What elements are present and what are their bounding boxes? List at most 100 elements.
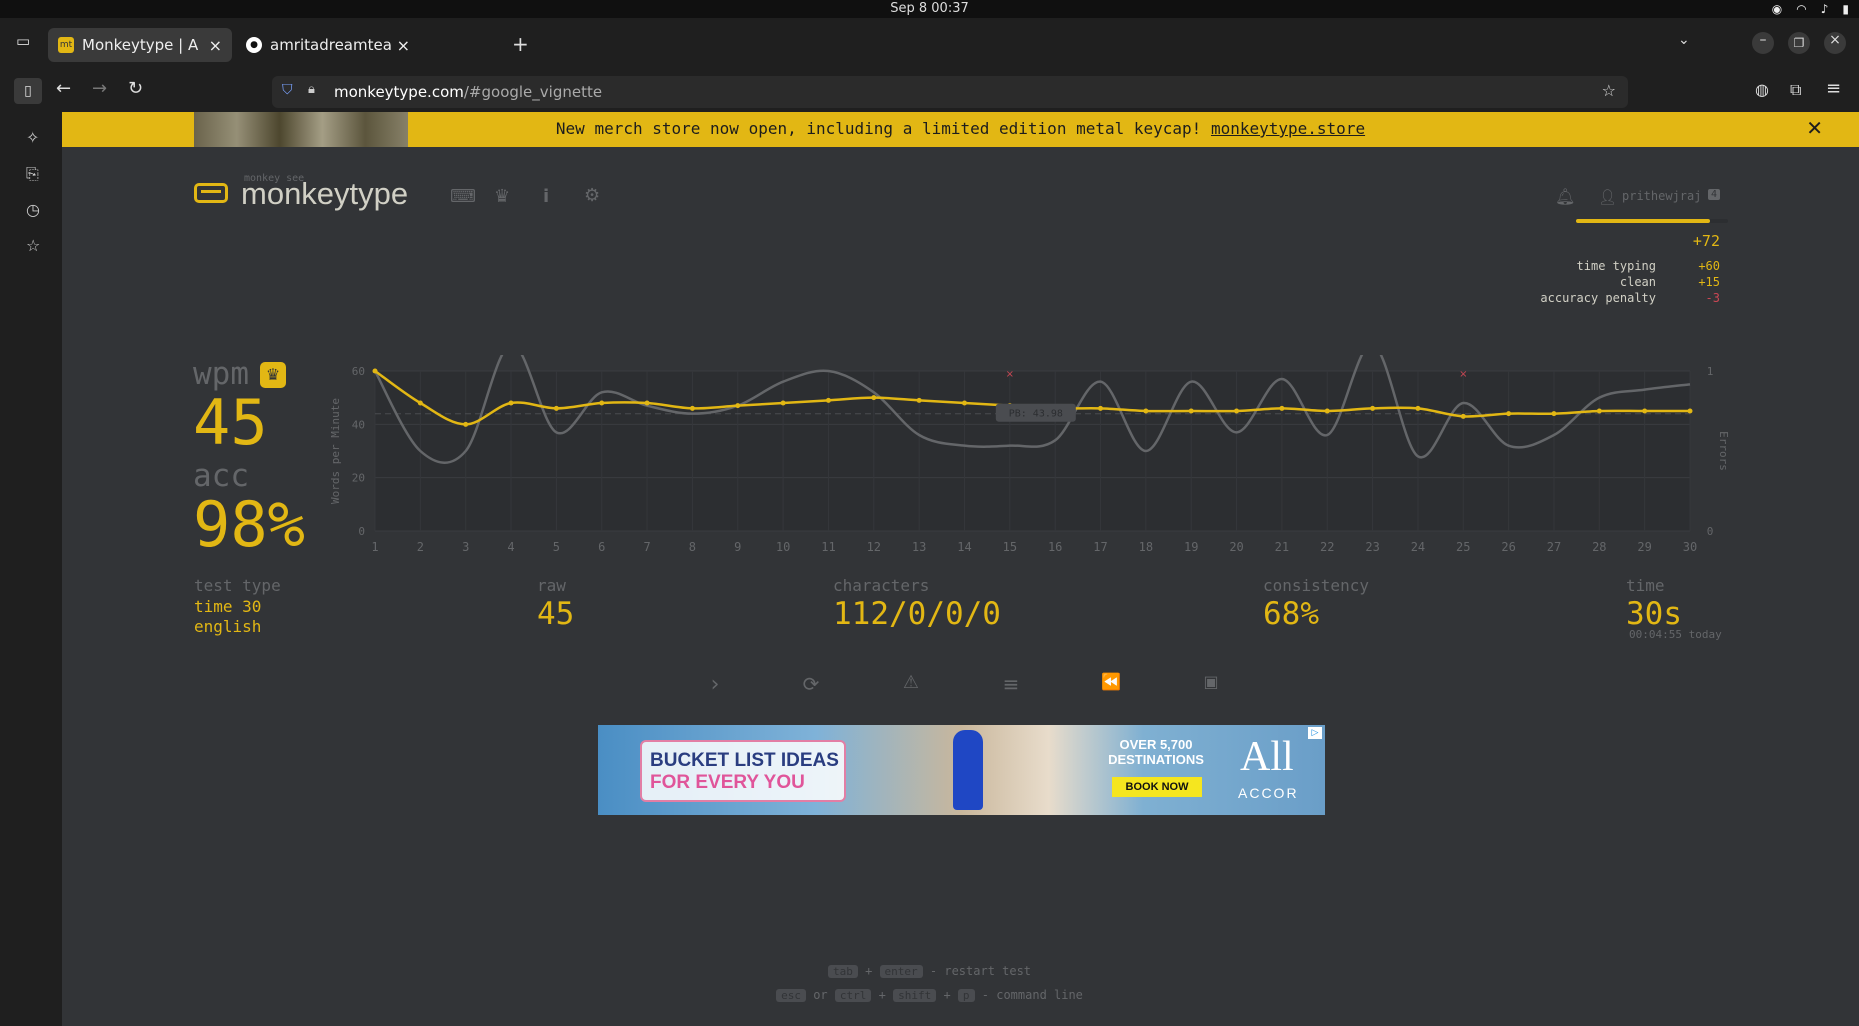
battery-icon[interactable]: ▮ (1842, 2, 1849, 16)
wpm-point (780, 400, 786, 406)
wpm-point (1596, 408, 1602, 414)
history-icon[interactable]: ◷ (26, 200, 40, 219)
x-tick-label: 19 (1184, 540, 1198, 554)
time-label: time (1626, 576, 1665, 595)
time-value[interactable]: 30s (1626, 596, 1682, 632)
tab-github[interactable]: ● amritadreamteam/genesi × (236, 28, 420, 62)
raw-value[interactable]: 45 (537, 596, 574, 632)
screenshot-icon[interactable]: ▣ (1201, 672, 1221, 691)
wpm-point (1687, 408, 1693, 414)
x-tick-label: 8 (689, 540, 696, 554)
pb-label: PB: 43.98 (1009, 409, 1063, 420)
account-icon[interactable]: ◍ (1755, 80, 1769, 99)
notifications-bell-icon[interactable]: 🔔︎ (1555, 187, 1575, 206)
username[interactable]: prithewjraj (1622, 189, 1701, 203)
words-history-icon[interactable]: ≡ (1001, 672, 1021, 696)
ad-headline-2: FOR EVERY YOU (650, 772, 805, 793)
menu-icon[interactable]: ≡ (1826, 78, 1841, 99)
wpm-point (871, 395, 877, 401)
ad-brand-name: ACCOR (1238, 785, 1299, 801)
back-icon[interactable]: ← (56, 78, 71, 99)
about-info-icon[interactable]: i (543, 186, 549, 207)
merch-store-link[interactable]: monkeytype.store (1211, 119, 1365, 138)
x-tick-label: 27 (1547, 540, 1561, 554)
browser-sidebar: ✧ ⎘ ◷ ☆ (0, 112, 62, 1026)
banner-close-icon[interactable]: ✕ (1806, 116, 1823, 140)
new-tab-icon[interactable]: + (512, 32, 529, 56)
extensions-icon[interactable]: ⧉ (1790, 80, 1801, 100)
wpm-point (1098, 405, 1104, 411)
ad-book-now-button[interactable]: BOOK NOW (1112, 777, 1202, 797)
wpm-point (1460, 413, 1466, 419)
lock-icon[interactable]: 🔒︎ (308, 82, 315, 97)
sidebar-toggle-icon[interactable]: ▯ (14, 78, 42, 104)
bookmarks-icon[interactable]: ☆ (26, 236, 40, 255)
wpm-point (1370, 405, 1376, 411)
settings-gear-icon[interactable]: ⚙ (584, 185, 600, 206)
test-type-mode[interactable]: time 30 (194, 597, 261, 616)
personal-best-crown-icon[interactable]: ♛ (260, 362, 286, 388)
minimize-icon[interactable]: – (1752, 32, 1774, 54)
x-tick-label: 23 (1365, 540, 1379, 554)
close-window-icon[interactable]: × (1824, 32, 1846, 54)
x-tick-label: 20 (1229, 540, 1243, 554)
close-tab-icon[interactable]: × (209, 36, 222, 55)
reload-icon[interactable]: ↻ (128, 78, 143, 99)
acc-value[interactable]: 98% (193, 488, 305, 561)
y-axis-label: Words per Minute (329, 398, 342, 504)
logo-text[interactable]: monkeytype (241, 176, 408, 212)
system-tray[interactable]: ◉ ◠ ♪ ▮ (1772, 2, 1849, 16)
tab-list-chevron-icon[interactable]: ⌄ (1678, 32, 1690, 48)
monkeytype-favicon-icon: mt (58, 37, 74, 53)
volume-icon[interactable]: ♪ (1821, 2, 1829, 16)
error-marker: × (1006, 369, 1014, 380)
forward-icon[interactable]: → (92, 78, 107, 99)
x-tick-label: 17 (1093, 540, 1107, 554)
ctrl-key: ctrl (834, 989, 872, 1002)
tab-monkeytype[interactable]: mt Monkeytype | A minimalis × (48, 28, 232, 62)
consistency-value[interactable]: 68% (1263, 596, 1319, 632)
test-type-language[interactable]: english (194, 617, 261, 636)
wifi-icon[interactable]: ◠ (1796, 2, 1806, 16)
wpm-point (1279, 405, 1285, 411)
hint-command-text: - command line (981, 988, 1083, 1002)
x-tick-label: 3 (462, 540, 469, 554)
error-marker: × (1459, 369, 1467, 380)
os-clock[interactable]: Sep 8 00:37 (0, 1, 1859, 16)
test-type-label: test type (194, 576, 281, 595)
x-tick-label: 2 (417, 540, 424, 554)
wpm-point (689, 405, 695, 411)
x-tick-label: 28 (1592, 540, 1606, 554)
discord-icon[interactable]: ◉ (1772, 2, 1782, 16)
synced-tabs-icon[interactable]: ⎘ (26, 164, 39, 184)
xp-label: accuracy penalty (1540, 291, 1656, 305)
wpm-value[interactable]: 45 (193, 386, 268, 459)
address-bar[interactable]: ⛉ 🔒︎ monkeytype.com/#google_vignette ☆ (272, 76, 1628, 108)
tab-overview-icon[interactable]: ▭ (16, 32, 30, 50)
shield-icon[interactable]: ⛉ (282, 82, 293, 98)
xp-gain: +72 (1692, 232, 1720, 250)
y-tick-label: 60 (352, 365, 365, 378)
adchoices-icon[interactable]: ▷ (1308, 727, 1322, 739)
restart-icon[interactable]: ⟳ (801, 672, 821, 696)
keyboard-icon[interactable]: ⌨ (450, 186, 476, 207)
advertisement[interactable]: BUCKET LIST IDEAS FOR EVERY YOU OVER 5,7… (598, 725, 1325, 815)
wpm-point (599, 400, 605, 406)
x-tick-label: 10 (776, 540, 790, 554)
report-icon[interactable]: ⚠ (901, 672, 921, 693)
wpm-point (735, 403, 741, 409)
bookmark-star-icon[interactable]: ☆ (1602, 81, 1616, 100)
leaderboard-crown-icon[interactable]: ♛ (494, 186, 510, 207)
ai-chat-icon[interactable]: ✧ (26, 128, 39, 147)
url-text[interactable]: monkeytype.com/#google_vignette (334, 83, 602, 101)
maximize-icon[interactable]: ❐ (1788, 32, 1810, 54)
x-tick-label: 9 (734, 540, 741, 554)
replay-icon[interactable]: ⏪ (1101, 672, 1121, 691)
page (62, 112, 1859, 1026)
x-tick-label: 30 (1683, 540, 1697, 554)
close-tab-icon[interactable]: × (397, 36, 410, 55)
x-tick-label: 16 (1048, 540, 1062, 554)
characters-value[interactable]: 112/0/0/0 (833, 596, 1001, 632)
next-test-icon[interactable]: › (705, 672, 725, 697)
user-icon[interactable]: 👤︎ (1598, 188, 1617, 206)
